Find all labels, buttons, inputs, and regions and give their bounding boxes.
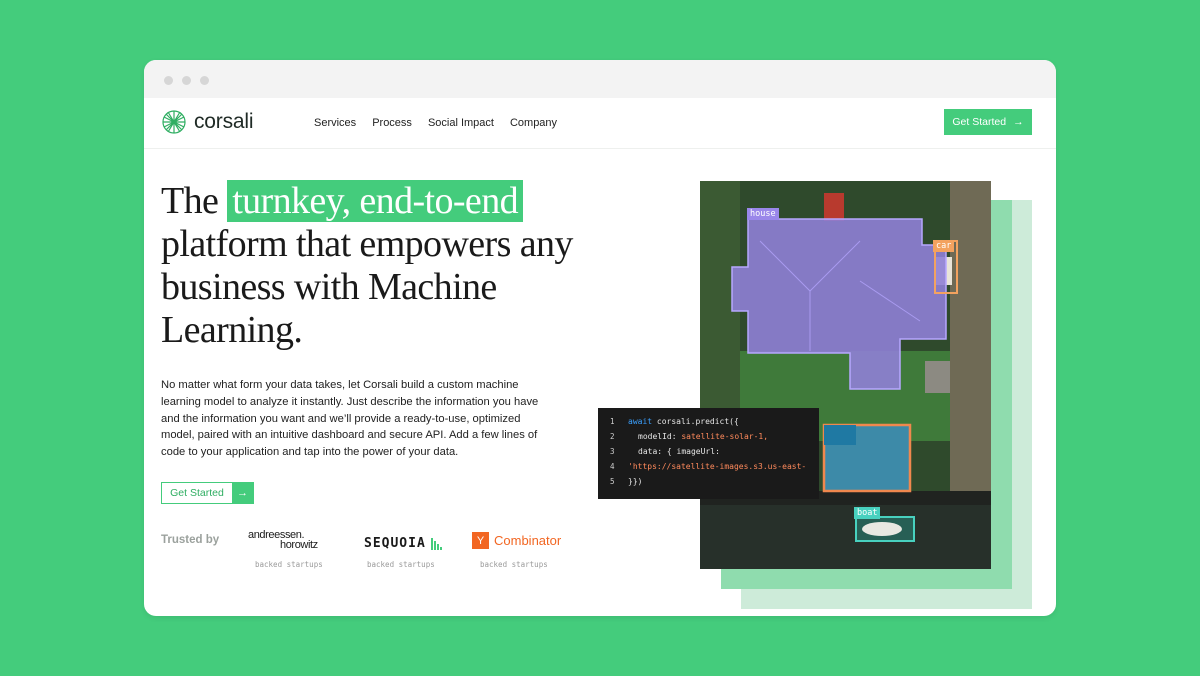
yc-name: Combinator [494,533,562,548]
nav-link-company[interactable]: Company [510,117,557,129]
code-keyword: await [628,417,653,426]
a16z-line2: horowitz [280,539,318,551]
code-snippet: 1 await corsali.predict({ 2 modelId: sat… [598,408,819,499]
line-number: 4 [610,462,615,471]
ycombinator-logo: Y Combinator [472,532,561,549]
headline-post: platform that empowers any business with… [161,223,573,351]
hero-get-started-button[interactable]: Get Started → [161,482,254,504]
hero-description: No matter what form your data takes, let… [161,379,539,459]
sequoia-logo: SEQUOIA [364,536,442,551]
logo[interactable]: corsali [161,109,253,135]
top-nav: corsali Services Process Social Impact C… [144,98,1056,149]
andreessen-horowitz-logo: andreessen. horowitz [248,530,318,551]
headline-pre: The [161,180,228,222]
line-number: 1 [610,417,615,426]
code-text: corsali.predict({ [652,417,739,426]
code-string: 'https://satellite-images.s3.us-east- [628,462,807,471]
yc-caption: backed startups [480,560,548,569]
arrow-right-icon: → [232,483,253,503]
sequoia-leaf-icon [430,537,442,550]
nav-link-social-impact[interactable]: Social Impact [428,117,494,129]
car-label: car [933,240,955,252]
house-label: house [747,208,779,220]
a16z-caption: backed startups [255,560,323,569]
code-text: modelId: [638,432,682,441]
window-dot-close[interactable] [164,76,173,85]
satellite-image: house car boat [700,181,991,569]
window-titlebar [144,60,1056,98]
sequoia-caption: backed startups [367,560,435,569]
sequoia-name: SEQUOIA [364,536,426,551]
nav-get-started-button[interactable]: Get Started → [944,109,1032,135]
nav-get-started-label: Get Started [952,116,1007,128]
headline-highlight: turnkey, end-to-end [227,180,523,222]
arrow-right-icon: → [1013,116,1024,128]
nav-link-services[interactable]: Services [314,117,356,129]
logo-text: corsali [194,110,254,133]
hero-get-started-label: Get Started [170,487,224,499]
browser-window: corsali Services Process Social Impact C… [144,60,1056,616]
code-string: satellite-solar-1, [681,432,769,441]
code-text: data: { imageUrl: [638,447,720,456]
nav-links: Services Process Social Impact Company [314,98,573,148]
corsali-logo-icon [162,110,186,134]
line-number: 3 [610,447,615,456]
line-number: 2 [610,432,615,441]
line-number: 5 [610,477,615,486]
yc-mark: Y [472,532,489,549]
boat-label: boat [854,507,881,519]
trusted-by-label: Trusted by [161,534,220,546]
nav-link-process[interactable]: Process [372,117,412,129]
window-dot-minimize[interactable] [182,76,191,85]
code-text: }}) [628,477,643,486]
window-dot-maximize[interactable] [200,76,209,85]
hero-headline: The turnkey, end-to-end platform that em… [161,180,581,352]
